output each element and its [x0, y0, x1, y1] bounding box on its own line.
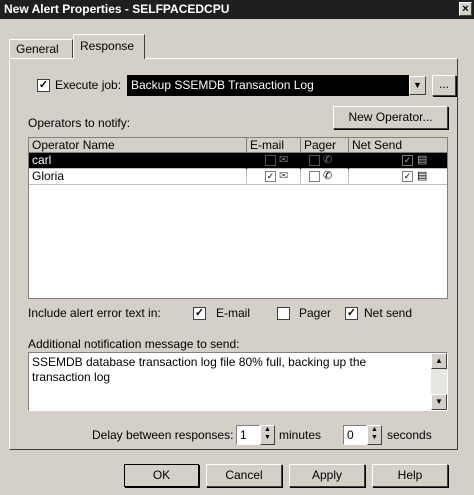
pager-cell: ✆: [301, 169, 349, 185]
operator-name-cell: Gloria: [29, 169, 247, 185]
delay-seconds-input[interactable]: 0: [343, 425, 367, 445]
additional-message-label: Additional notification message to send:: [28, 337, 240, 351]
netsend-checkbox[interactable]: ✓: [402, 171, 413, 182]
include-pager-label: Pager: [299, 306, 332, 320]
email-checkbox[interactable]: ✓: [265, 171, 276, 182]
include-alert-label: Include alert error text in:: [28, 306, 161, 320]
email-envelope-icon: ✉: [279, 170, 289, 182]
include-netsend-label: Net send: [364, 306, 413, 320]
scroll-down-arrow-icon[interactable]: ▼: [431, 394, 447, 410]
email-envelope-icon: ✉: [279, 154, 289, 166]
ok-button[interactable]: OK: [124, 464, 199, 487]
tab-response-label: Response: [80, 39, 135, 53]
netsend-computer-icon: ▤: [417, 170, 428, 182]
email-cell: ✓ ✉: [247, 169, 301, 185]
close-icon[interactable]: ×: [459, 2, 472, 16]
additional-message-textarea[interactable]: SSEMDB database transaction log file 80%…: [28, 352, 448, 411]
additional-message-text: SSEMDB database transaction log file 80%…: [32, 355, 367, 384]
netsend-cell: ✓ ▤: [349, 153, 447, 169]
include-email-checkbox[interactable]: ✓: [193, 307, 206, 320]
include-pager-checkbox[interactable]: [277, 307, 290, 320]
apply-button[interactable]: Apply: [289, 464, 365, 487]
job-select-value: Backup SSEMDB Transaction Log: [131, 78, 314, 92]
operators-label: Operators to notify:: [28, 116, 131, 130]
minutes-label: minutes: [279, 428, 322, 442]
job-dropdown-arrow-icon[interactable]: ▼: [409, 76, 426, 95]
email-cell: ✉: [247, 153, 301, 169]
window-title: New Alert Properties - SELFPACEDCPU: [4, 2, 230, 16]
cancel-button[interactable]: Cancel: [206, 464, 282, 487]
seconds-spinner-icon[interactable]: ▲ ▼: [367, 425, 382, 445]
message-scrollbar[interactable]: ▲ ▼: [431, 353, 447, 410]
job-select[interactable]: Backup SSEMDB Transaction Log: [127, 75, 409, 96]
table-row[interactable]: carl ✉ ✆ ✓ ▤: [29, 153, 447, 169]
seconds-label: seconds: [387, 428, 432, 442]
pager-phone-icon: ✆: [323, 170, 333, 182]
col-email[interactable]: E-mail: [247, 138, 301, 153]
tab-general[interactable]: General: [9, 39, 73, 58]
col-net-send[interactable]: Net Send: [349, 138, 447, 153]
table-row[interactable]: Gloria ✓ ✉ ✆ ✓ ▤: [29, 169, 447, 185]
email-checkbox[interactable]: [265, 155, 276, 166]
netsend-cell: ✓ ▤: [349, 169, 447, 185]
netsend-checkbox[interactable]: ✓: [402, 155, 413, 166]
pager-checkbox[interactable]: [309, 155, 320, 166]
pager-cell: ✆: [301, 153, 349, 169]
pager-checkbox[interactable]: [309, 171, 320, 182]
include-netsend-checkbox[interactable]: ✓: [345, 307, 358, 320]
alert-properties-dialog: New Alert Properties - SELFPACEDCPU × Ge…: [0, 0, 474, 495]
operator-name-cell: carl: [29, 153, 247, 169]
tab-response[interactable]: Response: [73, 34, 145, 59]
execute-job-label: Execute job:: [55, 78, 121, 92]
help-button[interactable]: Help: [372, 464, 448, 487]
scroll-up-arrow-icon[interactable]: ▲: [431, 353, 447, 369]
operators-table: Operator Name E-mail Pager Net Send carl…: [28, 137, 448, 299]
netsend-computer-icon: ▤: [417, 154, 428, 166]
col-pager[interactable]: Pager: [301, 138, 349, 153]
col-operator-name[interactable]: Operator Name: [29, 138, 247, 153]
delay-minutes-input[interactable]: 1: [236, 425, 260, 445]
title-bar: New Alert Properties - SELFPACEDCPU ×: [0, 0, 474, 19]
delay-label: Delay between responses:: [92, 428, 234, 442]
new-operator-button[interactable]: New Operator...: [333, 106, 448, 129]
minutes-spinner-icon[interactable]: ▲ ▼: [260, 425, 275, 445]
execute-job-checkbox[interactable]: ✓: [37, 79, 50, 92]
include-email-label: E-mail: [216, 306, 251, 320]
execute-job-text: Execute job:: [55, 78, 122, 92]
pager-phone-icon: ✆: [323, 154, 333, 166]
browse-job-button[interactable]: ...: [432, 75, 456, 96]
